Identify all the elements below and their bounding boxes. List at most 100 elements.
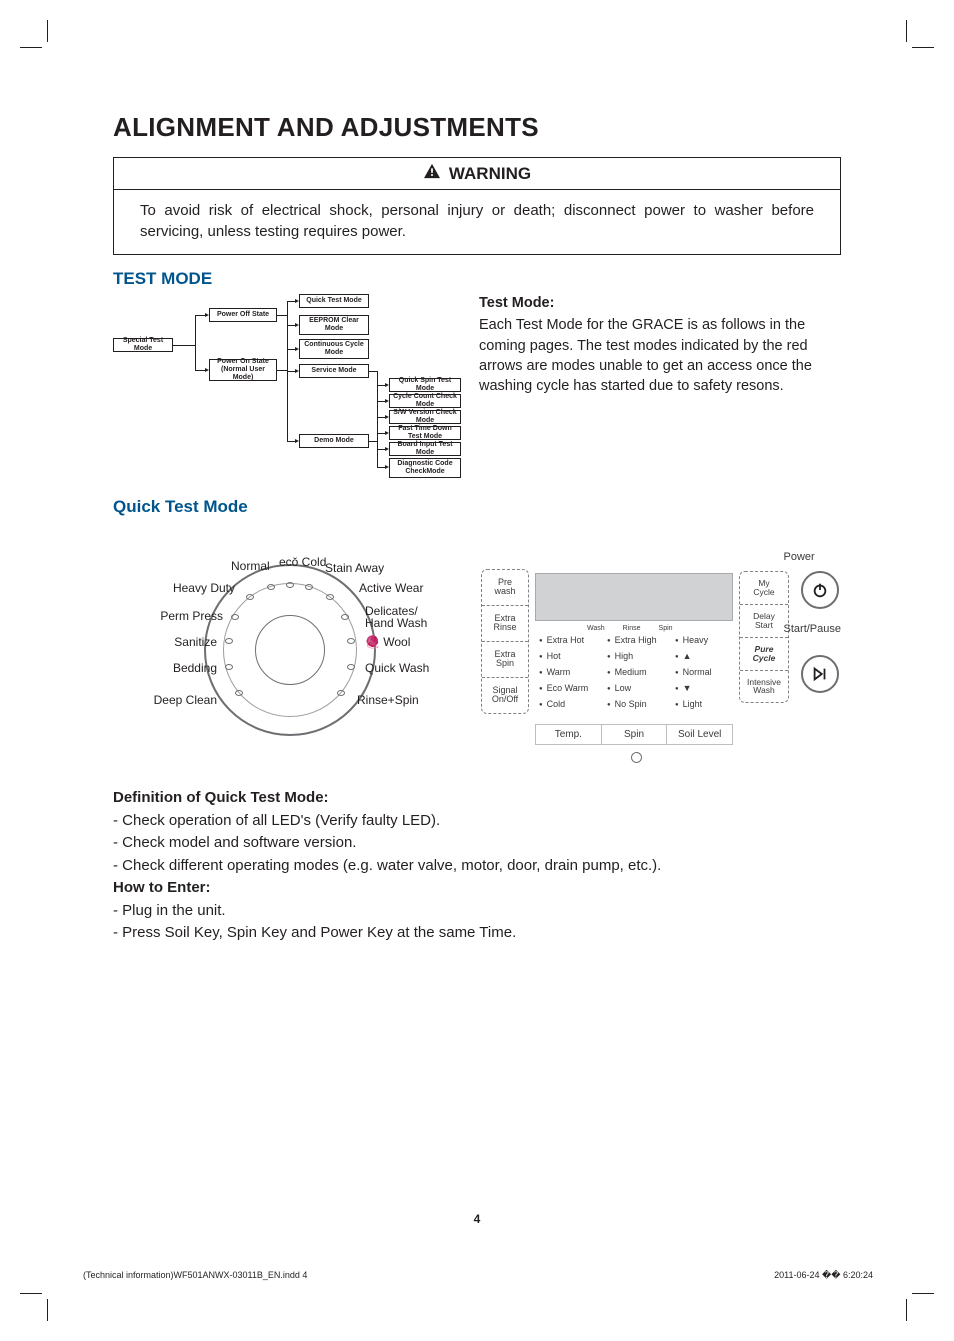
soil-up: ▲ bbox=[675, 651, 735, 661]
bottom-buttons: Temp. Spin Soil Level bbox=[535, 724, 733, 745]
fc-fast-time: Fast Time Down Test Mode bbox=[389, 426, 461, 440]
warning-body: To avoid risk of electrical shock, perso… bbox=[114, 190, 840, 254]
opt-intensive: IntensiveWash bbox=[740, 671, 788, 703]
fc-cont: Continuous Cycle Mode bbox=[299, 339, 369, 359]
test-mode-heading: TEST MODE bbox=[113, 269, 841, 289]
crop-mark bbox=[906, 20, 907, 42]
temp-extra-hot: Extra Hot bbox=[539, 635, 607, 645]
dial-heavyduty: Heavy Duty bbox=[173, 581, 235, 595]
temp-cold: Cold bbox=[539, 699, 607, 709]
dial-knob bbox=[255, 615, 325, 685]
seg-headers: Wash Rinse Spin bbox=[587, 625, 673, 632]
options-panel: Prewash ExtraRinse ExtraSpin SignalOn/Of… bbox=[481, 535, 841, 765]
test-mode-flowchart: Special Test Mode Power Off State Power … bbox=[113, 293, 461, 483]
fc-cycle-count: Cycle Count Check Mode bbox=[389, 394, 461, 408]
fc-special: Special Test Mode bbox=[113, 338, 173, 352]
warning-label: WARNING bbox=[449, 164, 531, 184]
soil-normal: Normal bbox=[675, 667, 735, 677]
page-title: ALIGNMENT AND ADJUSTMENTS bbox=[113, 112, 841, 143]
cycle-dial-panel: Normal ecǒ Cold Stain Away Active Wear D… bbox=[113, 535, 467, 765]
crop-mark bbox=[47, 1299, 48, 1321]
definition-block: Definition of Quick Test Mode: Check ope… bbox=[113, 787, 841, 945]
definition-list: Check operation of all LED's (Verify fau… bbox=[113, 810, 841, 878]
opt-pure-cycle: PureCycle bbox=[740, 638, 788, 671]
list-item: Check different operating modes (e.g. wa… bbox=[113, 855, 841, 878]
footer: (Technical information)WF501ANWX-03011B_… bbox=[83, 1270, 873, 1281]
temp-hot: Hot bbox=[539, 651, 607, 661]
dial-permpress: Perm Press bbox=[160, 609, 223, 623]
list-item: Check operation of all LED's (Verify fau… bbox=[113, 810, 841, 833]
dial-delicates: Delicates/Hand Wash bbox=[365, 605, 427, 629]
spin-high: High bbox=[607, 651, 675, 661]
fc-power-off: Power Off State bbox=[209, 308, 277, 322]
enter-heading: How to Enter: bbox=[113, 877, 841, 900]
temp-warm: Warm bbox=[539, 667, 607, 677]
footer-right: 2011-06-24 �� 6:20:24 bbox=[774, 1270, 873, 1281]
options-mid-column: MyCycle DelayStart PureCycle IntensiveWa… bbox=[739, 571, 789, 703]
fc-service: Service Mode bbox=[299, 364, 369, 378]
lcd-display bbox=[535, 573, 733, 621]
power-button bbox=[801, 571, 839, 609]
spin-low: Low bbox=[607, 683, 675, 693]
start-pause-button bbox=[801, 655, 839, 693]
fc-eeprom: EEPROM Clear Mode bbox=[299, 315, 369, 335]
fc-quick: Quick Test Mode bbox=[299, 294, 369, 308]
power-label: Power bbox=[784, 551, 841, 563]
fc-diag: Diagnostic Code CheckMode bbox=[389, 458, 461, 478]
dial-wool: 🧶 Wool bbox=[365, 635, 410, 649]
crop-mark bbox=[20, 1293, 42, 1294]
opt-extra-spin: ExtraSpin bbox=[482, 642, 528, 678]
crop-mark bbox=[912, 47, 934, 48]
dial-sanitize: Sanitize bbox=[174, 635, 217, 649]
dial-normal: Normal bbox=[231, 559, 270, 573]
fc-board-input: Board Input Test Mode bbox=[389, 442, 461, 456]
crop-mark bbox=[906, 1299, 907, 1321]
dial-rinsespin: Rinse+Spin bbox=[357, 693, 419, 707]
play-pause-icon bbox=[811, 665, 829, 683]
list-item: Plug in the unit. bbox=[113, 900, 841, 923]
fc-quick-spin: Quick Spin Test Mode bbox=[389, 378, 461, 392]
opt-delay-start: DelayStart bbox=[740, 605, 788, 638]
btn-spin: Spin bbox=[602, 725, 668, 744]
btn-temp: Temp. bbox=[536, 725, 602, 744]
page-content: ALIGNMENT AND ADJUSTMENTS WARNING To avo… bbox=[113, 112, 841, 945]
fc-demo: Demo Mode bbox=[299, 434, 369, 448]
dial-stain: Stain Away bbox=[325, 561, 384, 575]
fc-power-on: Power On State (Normal User Mode) bbox=[209, 359, 277, 381]
test-mode-description: Test Mode: Each Test Mode for the GRACE … bbox=[479, 293, 841, 396]
warning-triangle-icon bbox=[423, 163, 441, 184]
panels-row: Normal ecǒ Cold Stain Away Active Wear D… bbox=[113, 535, 841, 765]
spin-no-spin: No Spin bbox=[607, 699, 675, 709]
test-mode-desc-heading: Test Mode: bbox=[479, 293, 841, 313]
opt-extra-rinse: ExtraRinse bbox=[482, 606, 528, 642]
options-left-column: Prewash ExtraRinse ExtraSpin SignalOn/Of… bbox=[481, 569, 529, 714]
opt-signal: SignalOn/Off bbox=[482, 678, 528, 713]
btn-soil: Soil Level bbox=[667, 725, 732, 744]
spin-extra-high: Extra High bbox=[607, 635, 675, 645]
test-mode-row: Special Test Mode Power Off State Power … bbox=[113, 293, 841, 483]
start-label: Start/Pause bbox=[784, 623, 841, 635]
settings-grid: Extra Hot Extra High Heavy Hot High ▲ Wa… bbox=[539, 635, 735, 709]
soil-light: Light bbox=[675, 699, 735, 709]
dial-deepclean: Deep Clean bbox=[154, 693, 217, 707]
dial-quickwash: Quick Wash bbox=[365, 661, 429, 675]
list-item: Check model and software version. bbox=[113, 832, 841, 855]
dial-active: Active Wear bbox=[359, 581, 423, 595]
dial-eco: ecǒ Cold bbox=[279, 555, 326, 569]
crop-mark bbox=[47, 20, 48, 42]
definition-heading: Definition of Quick Test Mode: bbox=[113, 787, 841, 810]
smiley-icon bbox=[631, 752, 642, 763]
power-icon bbox=[811, 581, 829, 599]
footer-left: (Technical information)WF501ANWX-03011B_… bbox=[83, 1270, 307, 1281]
opt-prewash: Prewash bbox=[482, 570, 528, 606]
test-mode-desc-body: Each Test Mode for the GRACE is as follo… bbox=[479, 317, 812, 394]
spin-medium: Medium bbox=[607, 667, 675, 677]
soil-heavy: Heavy bbox=[675, 635, 735, 645]
temp-eco-warm: Eco Warm bbox=[539, 683, 607, 693]
soil-down: ▼ bbox=[675, 683, 735, 693]
crop-mark bbox=[20, 47, 42, 48]
enter-list: Plug in the unit. Press Soil Key, Spin K… bbox=[113, 900, 841, 945]
opt-my-cycle: MyCycle bbox=[740, 572, 788, 605]
page-number: 4 bbox=[0, 1212, 954, 1226]
list-item: Press Soil Key, Spin Key and Power Key a… bbox=[113, 922, 841, 945]
